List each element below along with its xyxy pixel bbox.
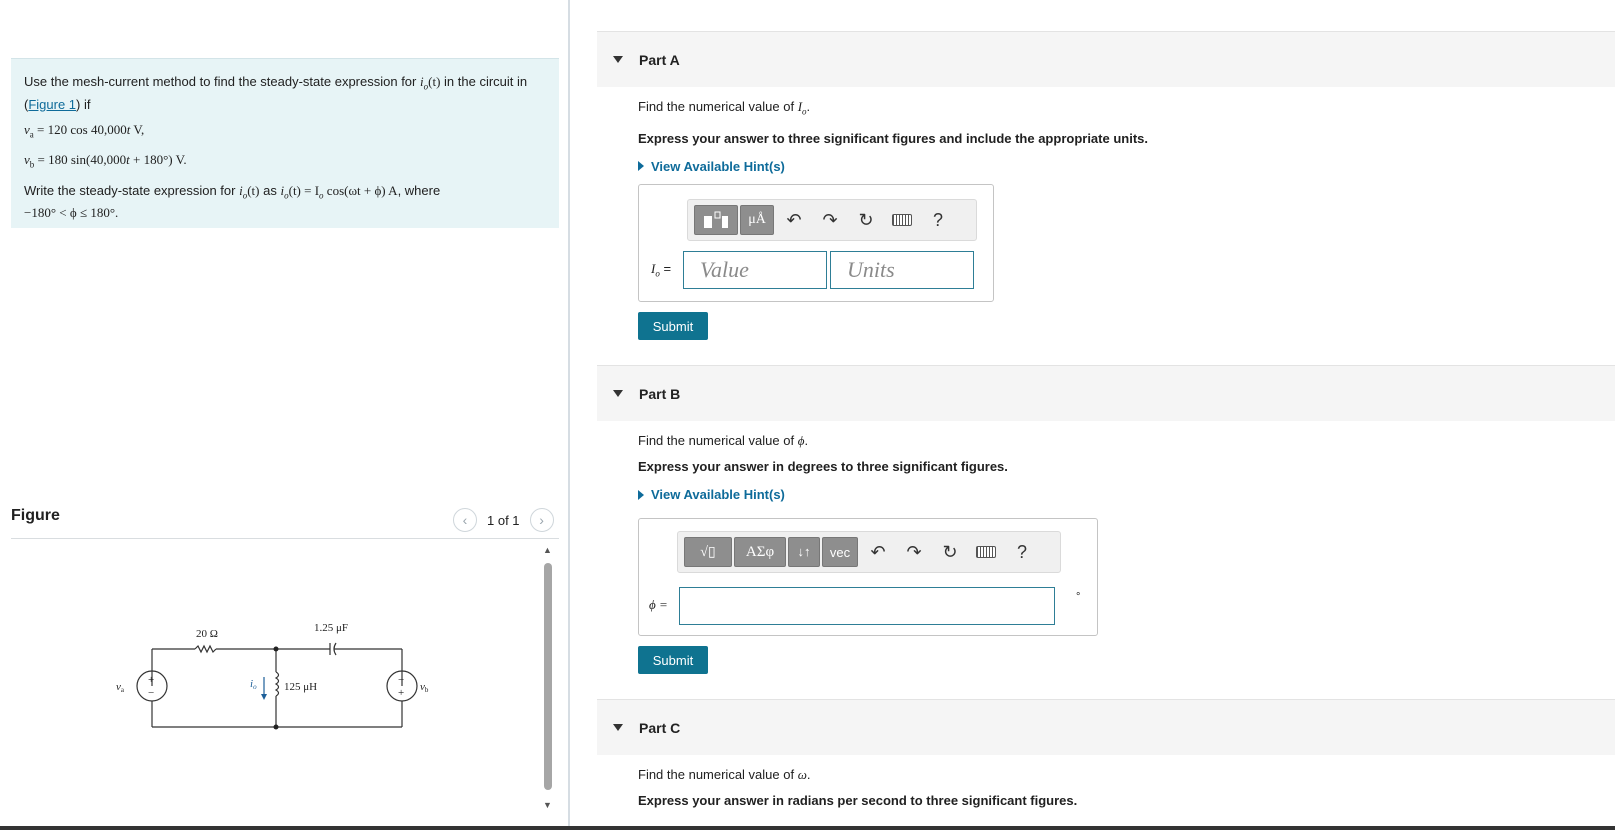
templates-button[interactable]: √▯ — [684, 537, 732, 567]
part-c-body: Find the numerical value of ω. Express y… — [638, 766, 1538, 809]
degree-unit: ° — [1076, 591, 1081, 603]
figure-title: Figure — [11, 507, 60, 524]
part-c-header[interactable]: Part C — [597, 699, 1615, 755]
greek-letters-button[interactable]: ΑΣφ — [734, 537, 786, 567]
part-a-header[interactable]: Part A — [597, 31, 1615, 87]
part-a-body: Find the numerical value of Io. Express … — [638, 98, 1538, 174]
node-top — [273, 646, 279, 652]
inductor-symbol — [274, 671, 280, 697]
part-a-instruction: Express your answer to three significant… — [638, 130, 1148, 146]
part-b-body: Find the numerical value of ϕ. Express y… — [638, 432, 1538, 502]
collapse-triangle-icon[interactable] — [613, 724, 623, 731]
current-arrow-head — [261, 694, 267, 700]
phi-input[interactable] — [679, 587, 1055, 625]
io-label: io — [250, 678, 257, 691]
templates-icon — [704, 211, 728, 228]
circuit-diagram: 20 Ω 1.25 μF 125 μH va vb io + − − + — [116, 622, 429, 730]
undo-icon[interactable]: ↶ — [776, 205, 812, 235]
part-b-hint-link[interactable]: View Available Hint(s) — [638, 487, 1538, 502]
arrows-button[interactable]: ↓↑ — [788, 537, 820, 567]
left-pane: Use the mesh-current method to find the … — [0, 0, 570, 826]
redo-icon[interactable]: ↷ — [812, 205, 848, 235]
keyboard-icon[interactable] — [968, 537, 1004, 567]
redo-icon[interactable]: ↷ — [896, 537, 932, 567]
vb-minus: − — [398, 674, 404, 686]
write-instruction: Write the steady-state expression for io… — [24, 182, 441, 221]
vector-button[interactable]: vec — [822, 537, 858, 567]
resistor-label: 20 Ω — [196, 628, 218, 640]
part-a-toolbar: μÅ ↶ ↷ ↻ ? — [687, 199, 977, 241]
keyboard-icon[interactable] — [884, 205, 920, 235]
part-b-toolbar: √▯ ΑΣφ ↓↑ vec ↶ ↷ ↻ ? — [677, 531, 1061, 573]
node-bottom — [273, 724, 279, 730]
part-a-question: Find the numerical value of Io. — [638, 99, 811, 117]
vb-equation: vb = 180 sin(40,000t + 180°) V. — [24, 152, 187, 170]
collapse-triangle-icon[interactable] — [613, 56, 623, 63]
figure-link[interactable]: Figure 1 — [28, 97, 76, 112]
vb-plus: + — [398, 687, 404, 699]
units-input[interactable]: Units — [830, 251, 974, 289]
va-plus: + — [148, 674, 154, 686]
part-a-hint-link[interactable]: View Available Hint(s) — [638, 159, 1538, 174]
hint-triangle-icon — [638, 161, 644, 172]
resistor-symbol — [194, 644, 217, 654]
phi-field-label: ϕ = — [649, 597, 668, 612]
va-label: va — [116, 681, 125, 694]
right-pane: Part A Find the numerical value of Io. E… — [572, 0, 1615, 826]
part-a-submit-button[interactable]: Submit — [638, 312, 708, 340]
figure-navigation: ‹ 1 of 1 › — [453, 508, 554, 532]
part-b-instruction: Express your answer in degrees to three … — [638, 459, 1008, 474]
figure-scrollbar[interactable]: ▲ ▼ — [541, 545, 555, 810]
problem-statement: Use the mesh-current method to find the … — [11, 58, 559, 228]
reset-icon[interactable]: ↻ — [932, 537, 968, 567]
templates-button[interactable] — [694, 205, 738, 235]
va-minus: − — [148, 687, 154, 699]
io-field-label: Io = — [651, 261, 672, 279]
part-c-instruction: Express your answer in radians per secon… — [638, 793, 1078, 808]
undo-icon[interactable]: ↶ — [860, 537, 896, 567]
next-figure-button[interactable]: › — [529, 508, 554, 532]
part-b-submit-button[interactable]: Submit — [638, 646, 708, 674]
prev-figure-button[interactable]: ‹ — [453, 508, 477, 532]
inductor-label: 125 μH — [284, 681, 317, 693]
part-b-header[interactable]: Part B — [597, 365, 1615, 421]
help-button[interactable]: ? — [1004, 537, 1040, 567]
help-button[interactable]: ? — [920, 205, 956, 235]
problem-intro: Use the mesh-current method to find the … — [24, 74, 528, 112]
figure-counter: 1 of 1 — [487, 512, 520, 528]
part-b-answer-box: √▯ ΑΣφ ↓↑ vec ↶ ↷ ↻ ? ϕ = ° — [638, 518, 1098, 636]
reset-icon[interactable]: ↻ — [848, 205, 884, 235]
va-equation: va = 120 cos 40,000t V, — [24, 121, 145, 140]
units-button[interactable]: μÅ — [740, 205, 774, 235]
capacitor-label: 1.25 μF — [314, 622, 348, 634]
part-c-question: Find the numerical value of ω. — [638, 767, 811, 782]
scroll-down-arrow-icon[interactable]: ▼ — [543, 800, 552, 810]
window-bottom-edge — [0, 826, 1615, 830]
figure-divider — [11, 538, 559, 539]
part-a-answer-box: μÅ ↶ ↷ ↻ ? Io = Value Units — [638, 184, 994, 302]
scroll-up-arrow-icon[interactable]: ▲ — [543, 545, 552, 555]
part-b-question: Find the numerical value of ϕ. — [638, 433, 809, 448]
scroll-thumb[interactable] — [544, 563, 552, 790]
hint-triangle-icon — [638, 489, 644, 500]
value-input[interactable]: Value — [683, 251, 827, 289]
collapse-triangle-icon[interactable] — [613, 390, 623, 397]
vb-label: vb — [420, 681, 429, 694]
